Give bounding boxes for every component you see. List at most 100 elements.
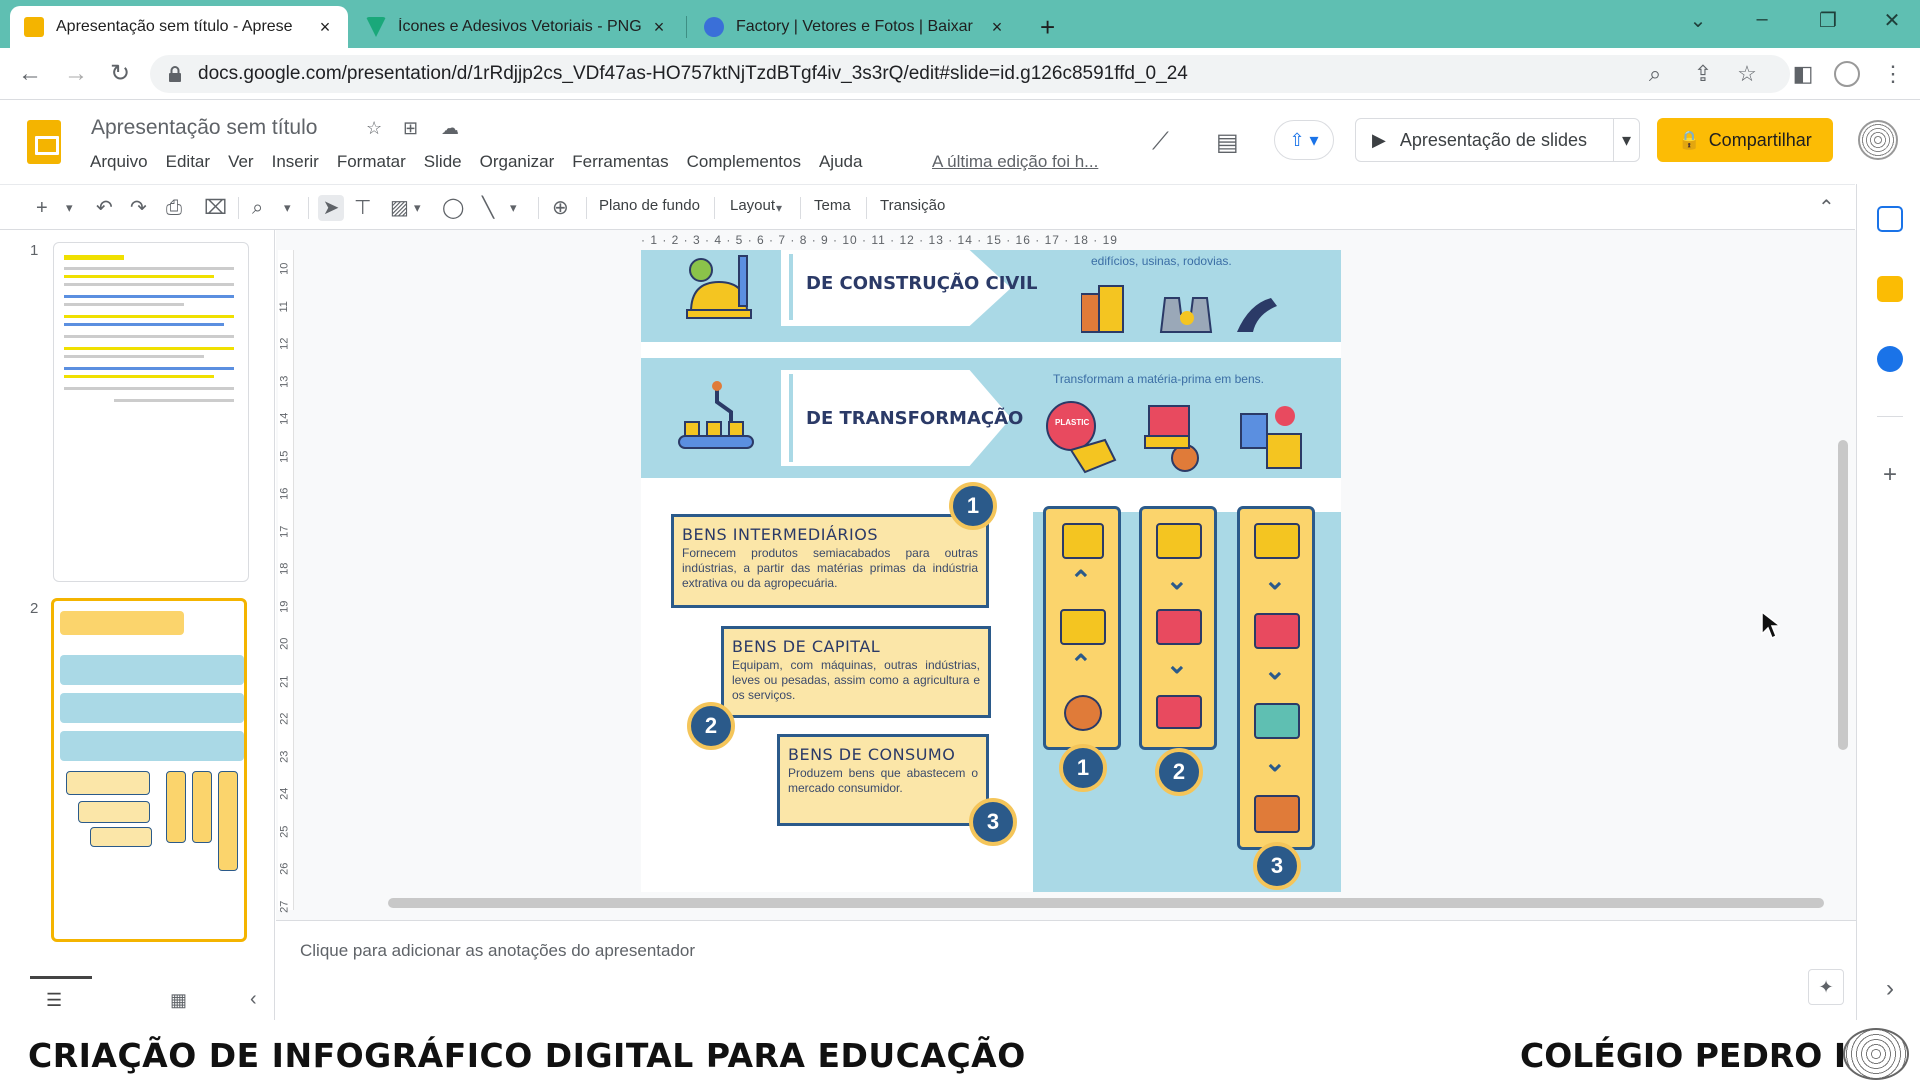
close-tab-icon[interactable]: × [650, 17, 668, 38]
restore-icon[interactable]: ❐ [1808, 8, 1848, 33]
menu-arquivo[interactable]: Arquivo [90, 152, 148, 172]
meet-present-icon[interactable]: ⇧ ▾ [1274, 120, 1334, 160]
document-title[interactable]: Apresentação sem título [91, 116, 317, 140]
slide-thumbnail-2[interactable] [51, 598, 247, 942]
ruler-tick: 26 [278, 862, 291, 875]
tab-factory[interactable]: Factory | Vetores e Fotos | Baixar × [690, 6, 1020, 48]
vertical-scrollbar[interactable] [1838, 440, 1848, 750]
paint-format-icon[interactable]: ⌧ [204, 195, 227, 221]
image-icon[interactable]: ▨ [390, 195, 409, 221]
select-cursor-icon[interactable]: ➤ [318, 195, 344, 221]
avatar[interactable] [1858, 120, 1898, 160]
forward-arrow-icon[interactable]: → [60, 58, 92, 90]
menu-complementos[interactable]: Complementos [687, 152, 801, 172]
slide-number: 2 [30, 600, 39, 617]
zoom-icon[interactable]: ⌕ [252, 195, 263, 221]
bens-intermediarios-title: BENS INTERMEDIÁRIOS [682, 525, 878, 544]
products-icons [1046, 401, 1302, 474]
browser-menu-icon[interactable]: ⋮ [1880, 61, 1906, 87]
list-view-icon[interactable]: ☰ [46, 990, 62, 1011]
redo-icon[interactable]: ↷ [130, 195, 147, 221]
horizontal-scrollbar[interactable] [388, 898, 1824, 908]
shape-icon[interactable]: ◯ [442, 195, 464, 221]
close-tab-icon[interactable]: × [316, 17, 334, 38]
last-edit-link[interactable]: A última edição foi h... [932, 152, 1098, 172]
activity-trend-icon[interactable]: ⟋ [1152, 128, 1169, 156]
menu-editar[interactable]: Editar [166, 152, 210, 172]
close-window-icon[interactable]: ✕ [1872, 8, 1912, 33]
menu-ajuda[interactable]: Ajuda [819, 152, 862, 172]
contacts-icon[interactable] [1877, 346, 1903, 372]
keep-icon[interactable] [1877, 276, 1903, 302]
ruler-tick: 20 [278, 637, 291, 650]
theme-button[interactable]: Tema [814, 197, 851, 214]
menu-organizar[interactable]: Organizar [480, 152, 555, 172]
explore-icon[interactable]: ✦ [1808, 969, 1844, 1005]
profile-icon[interactable] [1834, 61, 1860, 87]
side-panel: + › [1856, 184, 1920, 1020]
reload-icon[interactable]: ↻ [104, 58, 136, 90]
present-slideshow-button[interactable]: ▶ Apresentação de slides ▾ [1355, 118, 1640, 162]
print-icon[interactable]: ⎙ [166, 195, 182, 221]
share-button[interactable]: 🔒 Compartilhar [1657, 118, 1833, 162]
caption-title: CRIAÇÃO DE INFOGRÁFICO DIGITAL PARA EDUC… [28, 1036, 1026, 1075]
image-dropdown-icon[interactable]: ▾ [414, 195, 421, 221]
undo-icon[interactable]: ↶ [96, 195, 113, 221]
new-slide-dropdown-icon[interactable]: ▾ [66, 195, 73, 221]
slides-favicon-icon [24, 17, 44, 37]
url-text: docs.google.com/presentation/d/1rRdjjp2c… [198, 63, 1188, 84]
star-icon[interactable]: ☆ [366, 118, 382, 139]
collapse-filmstrip-icon[interactable]: ‹ [250, 988, 257, 1011]
vertical-ruler: 10 11 12 13 14 15 16 17 18 19 20 21 22 23 24 25 26 27 [278, 250, 294, 912]
comments-icon[interactable]: ▤ [1216, 128, 1239, 157]
transition-button[interactable]: Transição [880, 197, 945, 214]
bens-capital-text: Equipam, com máquinas, outras indústrias… [732, 658, 980, 702]
present-dropdown-icon[interactable]: ▾ [1612, 119, 1639, 161]
cloud-status-icon[interactable]: ☁ [441, 118, 459, 139]
speaker-notes[interactable]: Clique para adicionar as anotações do ap… [276, 920, 1856, 1020]
zoom-icon[interactable]: ⌕ [1642, 61, 1668, 87]
menu-ferramentas[interactable]: Ferramentas [572, 152, 668, 172]
new-slide-plus-icon[interactable]: + [36, 195, 48, 221]
share-page-icon[interactable]: ⇪ [1690, 61, 1716, 87]
text-box-icon[interactable]: ⊤ [354, 195, 371, 221]
grid-view-icon[interactable]: ▦ [170, 990, 187, 1011]
layout-dropdown-icon[interactable]: ▾ [776, 195, 782, 221]
tab-presentation[interactable]: Apresentação sem título - Aprese × [10, 6, 348, 48]
tab-search-chevron-icon[interactable]: ⌄ [1678, 8, 1718, 33]
back-arrow-icon[interactable]: ← [14, 58, 46, 90]
slide-2[interactable]: DE CONSTRUÇÃO CIVIL edifícios, usinas, r… [641, 250, 1341, 892]
move-folder-icon[interactable]: ⊞ [403, 118, 418, 139]
new-tab-button[interactable]: + [1032, 6, 1072, 48]
ruler-tick: 19 [278, 600, 291, 613]
ruler-tick: 11 [277, 300, 290, 313]
line-icon[interactable]: ╲ [482, 195, 494, 221]
side-panel-icon[interactable]: ◧ [1790, 61, 1816, 87]
comment-add-icon[interactable]: ⊕ [552, 195, 569, 221]
bookmark-star-icon[interactable]: ☆ [1734, 61, 1760, 87]
expand-panel-icon[interactable]: › [1877, 976, 1903, 1002]
collapse-toolbar-chevron-icon[interactable]: ⌃ [1818, 195, 1835, 221]
background-button[interactable]: Plano de fundo [599, 197, 700, 214]
line-dropdown-icon[interactable]: ▾ [510, 195, 517, 221]
menu-slide[interactable]: Slide [424, 152, 462, 172]
tab-icons[interactable]: Ícones e Adesivos Vetoriais - PNG × [352, 6, 682, 48]
menu-ver[interactable]: Ver [228, 152, 254, 172]
add-addon-plus-icon[interactable]: + [1877, 462, 1903, 488]
minimize-icon[interactable]: – [1742, 8, 1782, 31]
url-field[interactable]: docs.google.com/presentation/d/1rRdjjp2c… [150, 55, 1790, 93]
layout-button[interactable]: Layout [730, 197, 775, 214]
chevron-down-icon: ⌄ [1166, 649, 1188, 679]
slide-thumbnail-1[interactable] [53, 242, 249, 582]
zoom-dropdown-icon[interactable]: ▾ [284, 195, 291, 221]
menu-inserir[interactable]: Inserir [272, 152, 319, 172]
column-badge-3: 3 [1253, 842, 1301, 890]
column-badge-2: 2 [1155, 748, 1203, 796]
close-tab-icon[interactable]: × [988, 17, 1006, 38]
chevron-down-icon: ⌄ [1264, 565, 1286, 595]
slides-logo-icon[interactable] [27, 120, 61, 164]
ruler-tick: 22 [278, 712, 291, 725]
menu-formatar[interactable]: Formatar [337, 152, 406, 172]
calendar-icon[interactable] [1877, 206, 1903, 232]
slideshow-icon: ▶ [1372, 129, 1386, 150]
